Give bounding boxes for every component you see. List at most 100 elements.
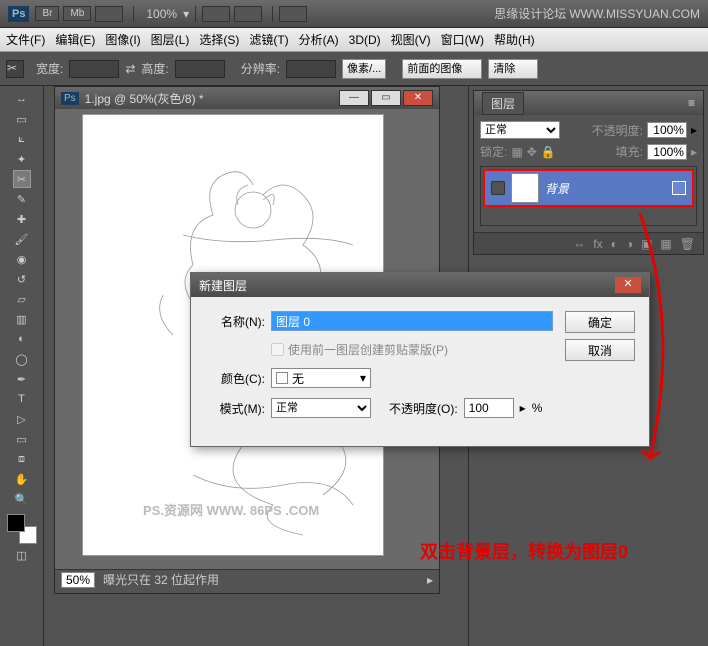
height-field[interactable]	[175, 60, 225, 78]
dialog-close-button[interactable]: ✕	[615, 277, 641, 293]
fill-value[interactable]: 100%	[647, 144, 687, 160]
opacity-arrow-icon[interactable]: ▸	[691, 123, 697, 137]
menu-edit[interactable]: 编辑(E)	[55, 31, 95, 48]
eyedropper-tool[interactable]: ✎	[13, 190, 31, 208]
dodge-tool[interactable]: ◯	[13, 350, 31, 368]
opacity-input[interactable]	[464, 398, 514, 418]
brush-tool[interactable]: 🖌	[13, 230, 31, 248]
crop-tool-icon[interactable]: ✂	[6, 60, 24, 78]
opacity-value[interactable]: 100%	[647, 122, 687, 138]
opacity-label: 不透明度(O):	[389, 400, 458, 417]
visibility-icon[interactable]	[491, 181, 505, 195]
opacity-arrow-icon[interactable]: ▸	[520, 401, 526, 415]
move-tool[interactable]: ↔	[13, 90, 31, 108]
cancel-button[interactable]: 取消	[565, 339, 635, 361]
group-icon[interactable]: ▣	[641, 237, 652, 251]
ok-button[interactable]: 确定	[565, 311, 635, 333]
br-button[interactable]: Br	[35, 6, 59, 21]
menu-3d[interactable]: 3D(D)	[349, 33, 381, 47]
document-titlebar[interactable]: Ps 1.jpg @ 50%(灰色/8) * — ▭ ✕	[55, 87, 439, 109]
menu-layer[interactable]: 图层(L)	[151, 31, 190, 48]
layer-thumbnail[interactable]	[511, 173, 539, 203]
blend-mode-select[interactable]: 正常	[480, 121, 560, 139]
wand-tool[interactable]: ✦	[13, 150, 31, 168]
clear-button[interactable]: 清除	[488, 59, 538, 79]
pen-tool[interactable]: ✒	[13, 370, 31, 388]
menu-filter[interactable]: 滤镜(T)	[249, 31, 288, 48]
mb-button[interactable]: Mb	[63, 6, 91, 21]
screen-mode-dropdown[interactable]	[95, 6, 123, 22]
stamp-tool[interactable]: ◉	[13, 250, 31, 268]
lock-position-icon[interactable]: ✥	[527, 145, 537, 159]
fill-label: 填充:	[616, 143, 643, 160]
history-brush-tool[interactable]: ↺	[13, 270, 31, 288]
new-layer-dialog: 新建图层 ✕ 名称(N): 使用前一图层创建剪贴蒙版(P) 颜色(C): 无 ▾	[190, 272, 650, 447]
name-label: 名称(N):	[205, 313, 265, 330]
layers-tab[interactable]: 图层	[482, 92, 524, 115]
maximize-button[interactable]: ▭	[371, 90, 401, 106]
blur-tool[interactable]: ◐	[13, 330, 31, 348]
fx-icon[interactable]: fx	[593, 237, 602, 251]
lock-pixels-icon[interactable]: ▦	[511, 145, 522, 159]
dialog-title: 新建图层	[199, 277, 247, 294]
status-arrow-icon[interactable]: ▸	[427, 573, 433, 587]
dialog-titlebar[interactable]: 新建图层 ✕	[191, 273, 649, 297]
res-label: 分辨率:	[241, 60, 280, 77]
trash-icon[interactable]: 🗑	[680, 237, 695, 251]
3d-tool[interactable]: ⧈	[13, 450, 31, 468]
zoom-dropdown-icon[interactable]: ▾	[183, 7, 189, 21]
marquee-tool[interactable]: ▭	[13, 110, 31, 128]
menu-analysis[interactable]: 分析(A)	[299, 31, 339, 48]
zoom-level[interactable]: 100%	[146, 7, 177, 21]
adjustment-icon[interactable]: ◑	[626, 237, 633, 251]
color-swatches[interactable]	[7, 514, 37, 544]
menu-select[interactable]: 选择(S)	[199, 31, 239, 48]
layer-name[interactable]: 背景	[545, 180, 569, 197]
shape-tool[interactable]: ▭	[13, 430, 31, 448]
minimize-button[interactable]: —	[339, 90, 369, 106]
name-input[interactable]	[271, 311, 553, 331]
link-icon[interactable]: ⇔	[573, 237, 585, 251]
color-select[interactable]: 无 ▾	[271, 368, 371, 388]
type-tool[interactable]: T	[13, 390, 31, 408]
swap-icon[interactable]: ⇄	[125, 62, 135, 76]
width-field[interactable]	[69, 60, 119, 78]
zoom-field[interactable]: 50%	[61, 572, 95, 588]
new-layer-icon[interactable]: ▦	[660, 237, 671, 251]
layer-background[interactable]: 背景	[483, 169, 694, 207]
menu-image[interactable]: 图像(I)	[105, 31, 140, 48]
res-field[interactable]	[286, 60, 336, 78]
panel-menu-icon[interactable]: ≡	[688, 96, 695, 110]
eraser-tool[interactable]: ▱	[13, 290, 31, 308]
zoom-tool[interactable]: 🔍	[13, 490, 31, 508]
gradient-tool[interactable]: ▥	[13, 310, 31, 328]
arrange-dropdown[interactable]	[279, 6, 307, 22]
document-statusbar: 50% 曝光只在 32 位起作用 ▸	[55, 569, 439, 589]
mask-icon[interactable]: ◐	[611, 237, 618, 251]
healing-tool[interactable]: ✚	[13, 210, 31, 228]
fg-color[interactable]	[7, 514, 25, 532]
mode-select[interactable]: 正常	[271, 398, 371, 418]
crop-tool[interactable]: ✂	[13, 170, 31, 188]
layers-panel-header[interactable]: 图层 ≡	[474, 91, 703, 115]
view-tool-icon[interactable]	[234, 6, 262, 22]
separator	[195, 6, 196, 22]
ps-logo: Ps	[8, 6, 29, 22]
fill-arrow-icon[interactable]: ▸	[691, 145, 697, 159]
color-value: 无	[292, 370, 304, 387]
menu-view[interactable]: 视图(V)	[391, 31, 431, 48]
layer-list: 背景	[480, 166, 697, 226]
lasso-tool[interactable]: ⟀	[13, 130, 31, 148]
menu-help[interactable]: 帮助(H)	[494, 31, 535, 48]
hand-tool[interactable]: ✋	[13, 470, 31, 488]
hand-tool-icon[interactable]	[202, 6, 230, 22]
close-button[interactable]: ✕	[403, 90, 433, 106]
menu-file[interactable]: 文件(F)	[6, 31, 45, 48]
forum-label: 思缘设计论坛	[494, 7, 566, 21]
menu-window[interactable]: 窗口(W)	[441, 31, 484, 48]
path-tool[interactable]: ▷	[13, 410, 31, 428]
unit-select[interactable]: 像素/...	[342, 59, 386, 79]
quickmask-tool[interactable]: ◫	[13, 546, 31, 564]
lock-all-icon[interactable]: 🔒	[541, 145, 556, 159]
front-image-button[interactable]: 前面的图像	[402, 59, 482, 79]
